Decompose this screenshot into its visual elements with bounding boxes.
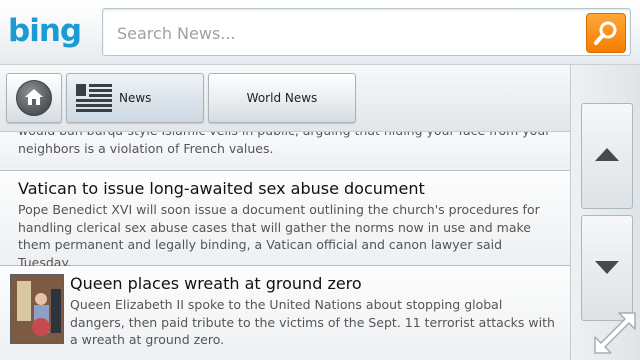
home-button[interactable] bbox=[6, 73, 62, 123]
tab-news[interactable]: News bbox=[66, 73, 204, 123]
expand-button[interactable] bbox=[593, 311, 637, 355]
search-icon bbox=[594, 21, 617, 45]
tab-world-news[interactable]: World News bbox=[208, 73, 356, 123]
home-circle bbox=[16, 80, 52, 116]
arrow-down-icon bbox=[595, 261, 619, 274]
list-item[interactable]: Vatican to issue long-awaited sex abuse … bbox=[0, 171, 570, 270]
search-box[interactable] bbox=[102, 8, 631, 56]
logo-text: bing bbox=[8, 13, 82, 49]
search-button[interactable] bbox=[586, 13, 626, 53]
top-bar: bing bbox=[0, 0, 640, 65]
tab-world-news-label: World News bbox=[246, 91, 318, 105]
scroll-panel bbox=[570, 65, 640, 360]
search-input[interactable] bbox=[115, 19, 579, 47]
article-headline[interactable]: Vatican to issue long-awaited sex abuse … bbox=[18, 179, 425, 198]
scroll-up-button[interactable] bbox=[581, 103, 633, 209]
nav-bar: News World News bbox=[0, 65, 570, 132]
tab-news-label: News bbox=[119, 91, 152, 105]
home-icon bbox=[25, 89, 43, 105]
list-item[interactable]: Queen places wreath at ground zero Queen… bbox=[0, 266, 570, 360]
article-snippet: Queen Elizabeth II spoke to the United N… bbox=[70, 297, 555, 347]
scroll-down-button[interactable] bbox=[581, 215, 633, 321]
article-thumbnail[interactable] bbox=[10, 274, 64, 344]
news-list[interactable]: would ban burqa-style Islamic veils in p… bbox=[0, 118, 570, 360]
article-snippet: Pope Benedict XVI will soon issue a docu… bbox=[18, 202, 540, 270]
queen-photo-icon bbox=[11, 275, 63, 343]
news-list-icon bbox=[76, 84, 112, 112]
expand-diagonal-icon bbox=[594, 312, 636, 354]
article-headline[interactable]: Queen places wreath at ground zero bbox=[70, 274, 362, 293]
arrow-up-icon bbox=[595, 148, 619, 161]
bing-logo[interactable]: bing bbox=[8, 13, 82, 49]
